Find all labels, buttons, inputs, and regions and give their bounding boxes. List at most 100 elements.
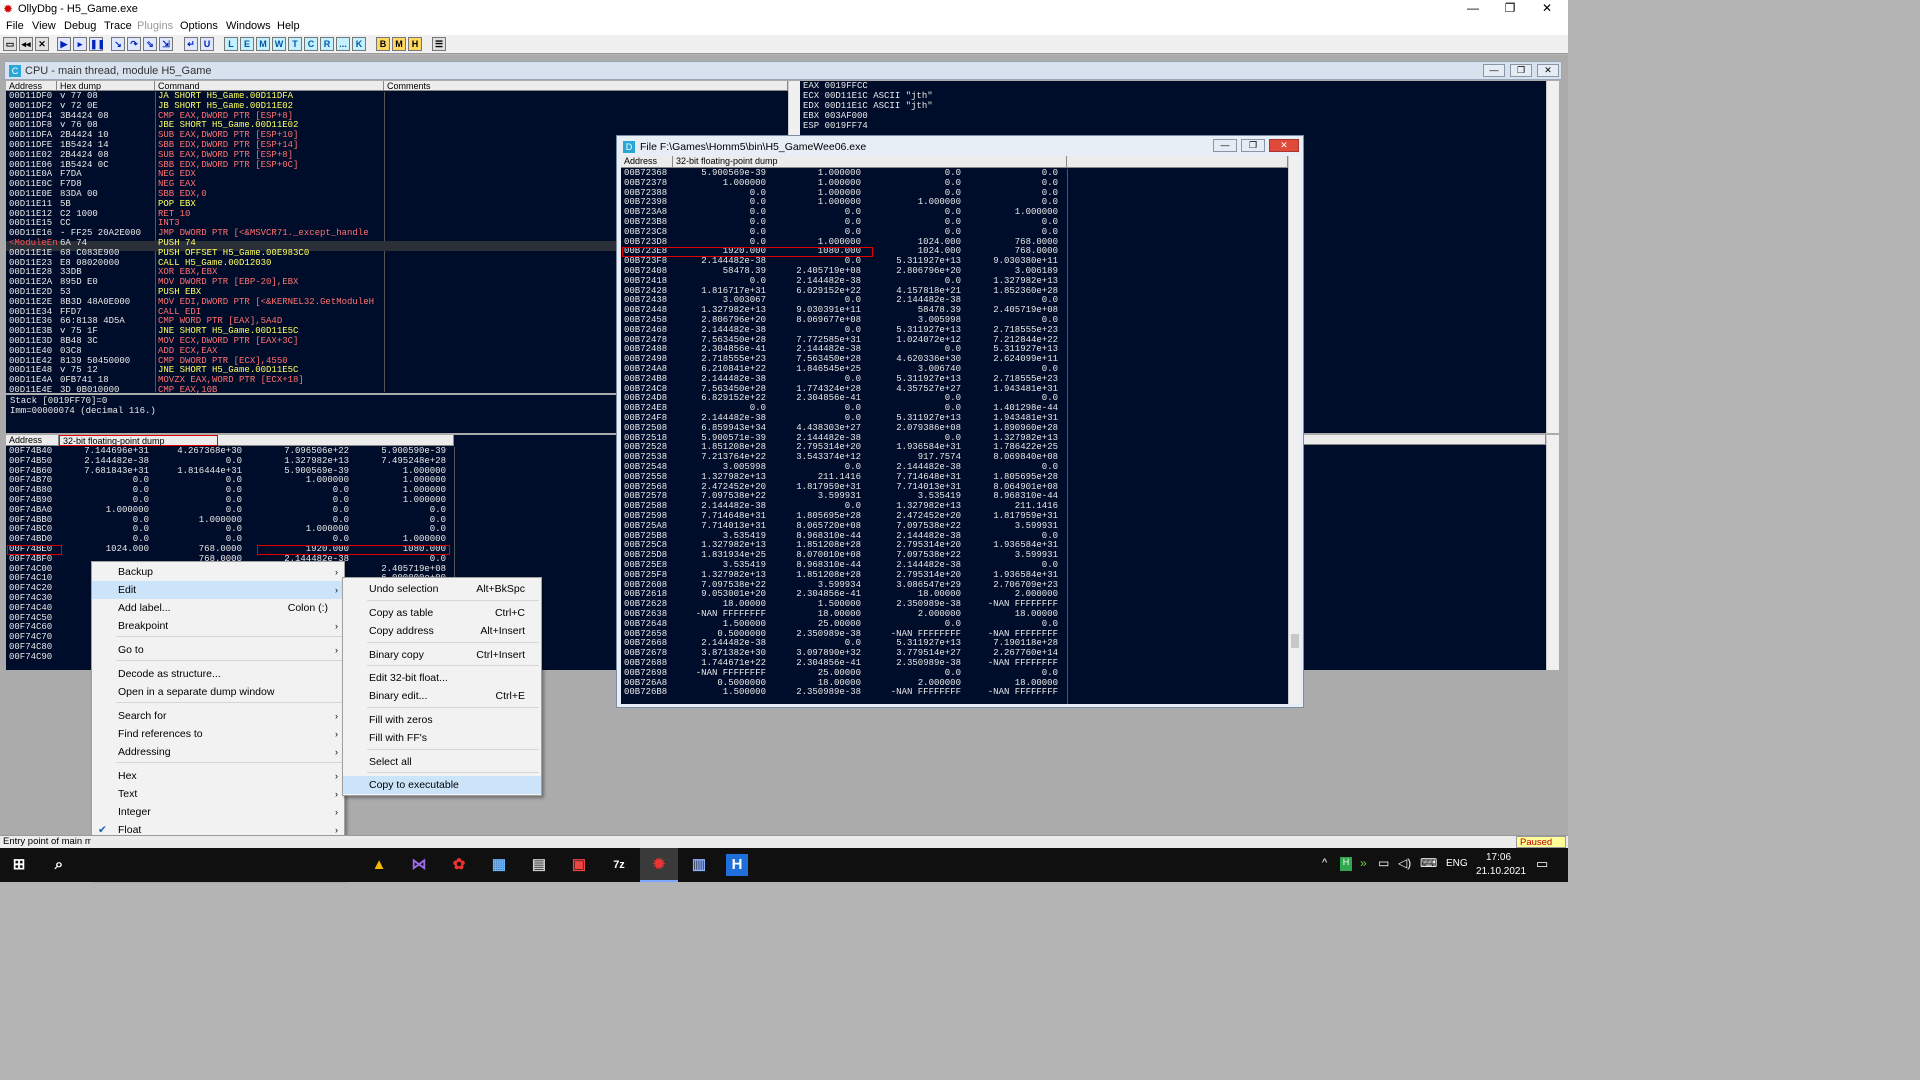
col-command[interactable]: Command (155, 81, 384, 91)
clock-date[interactable]: 21.10.2021 (1476, 866, 1526, 877)
context-item-add-label[interactable]: Add label... Colon (:) (92, 599, 344, 617)
windows-window-button[interactable]: W (272, 37, 286, 51)
context-item-hex[interactable]: Hex › (92, 767, 344, 785)
table-row[interactable]: 00B726B8 1.500000 2.350989e-38 -NAN FFFFFFF… (621, 688, 1067, 698)
ollydbg-taskbar-icon[interactable]: ✹ (646, 852, 672, 878)
restore-button[interactable]: ❐ (1493, 0, 1527, 19)
stack-pane[interactable] (1304, 435, 1546, 670)
log-window-button[interactable]: L (224, 37, 238, 51)
table-row[interactable]: 00D11DF2 v 72 0E JB SHORT H5_Game.00D11E02 (6, 101, 788, 112)
references-window-button[interactable]: R (320, 37, 334, 51)
tray-h-icon[interactable]: H (1340, 857, 1352, 871)
menu-windows[interactable]: Windows (226, 20, 271, 32)
volume-icon[interactable]: ◁) (1398, 856, 1411, 870)
open-icon[interactable]: ▭ (3, 37, 17, 51)
context-item-go-to[interactable]: Go to › (92, 641, 344, 659)
stack-scrollbar[interactable] (1546, 435, 1559, 670)
cpu-close-button[interactable]: ✕ (1537, 64, 1559, 77)
context-item-breakpoint[interactable]: Breakpoint › (92, 617, 344, 635)
table-row[interactable]: 00B72398 0.0 1.000000 1.000000 0.0 (621, 198, 1067, 208)
list-icon[interactable]: ☰ (432, 37, 446, 51)
menu-help[interactable]: Help (277, 20, 300, 32)
edit-item-copy-address[interactable]: Copy address Alt+Insert (343, 622, 541, 640)
trace-over-icon[interactable]: ⇲ (159, 37, 173, 51)
execute-till-return-icon[interactable]: ↵ (184, 37, 198, 51)
table-row[interactable]: 00B723B8 0.0 0.0 0.0 0.0 (621, 217, 1067, 228)
file-scrollbar[interactable] (1288, 156, 1300, 704)
language-indicator[interactable]: ENG (1446, 858, 1468, 869)
edit-item-binary-copy[interactable]: Binary copy Ctrl+Insert (343, 646, 541, 664)
table-row[interactable]: 00B72538 7.213764e+22 3.543374e+12 917.7574… (621, 452, 1067, 463)
keyboard-icon[interactable]: ⌨ (1420, 856, 1437, 870)
col-hexdump[interactable]: Hex dump (57, 81, 155, 91)
hardware-breakpoints-button[interactable]: H (408, 37, 422, 51)
start-windows-icon[interactable]: ⊞ (6, 852, 32, 878)
taskbar-app-flower-icon[interactable]: ✿ (446, 852, 472, 878)
memory-window-button[interactable]: M (256, 37, 270, 51)
col-address[interactable]: Address (6, 81, 57, 91)
keyboard-app-icon[interactable]: ▤ (526, 852, 552, 878)
table-row[interactable]: 00D11DF0 v 77 08 JA SHORT H5_Game.00D11DFA (6, 91, 788, 102)
notifications-icon[interactable]: ▭ (1536, 856, 1548, 872)
network-icon[interactable]: ▭ (1378, 856, 1389, 870)
menu-debug[interactable]: Debug (64, 20, 96, 32)
menu-trace[interactable]: Trace (104, 20, 132, 32)
context-item-decode-as-structure[interactable]: Decode as structure... (92, 665, 344, 683)
step-into-icon[interactable]: ↘ (111, 37, 125, 51)
edit-item-edit-32-bit-float[interactable]: Edit 32-bit float... (343, 669, 541, 687)
document-app-icon[interactable]: ▥ (686, 852, 712, 878)
run-icon[interactable]: ▶ (57, 37, 71, 51)
register-scrollbar[interactable] (1546, 81, 1559, 433)
table-row[interactable]: 00B72578 7.097538e+22 3.599931 3.535419 8.96… (621, 492, 1067, 502)
context-item-text[interactable]: Text › (92, 785, 344, 803)
menu-view[interactable]: View (32, 20, 56, 32)
dump-col-mode[interactable]: 32-bit floating-point dump (59, 435, 218, 446)
close-button[interactable]: ✕ (1530, 0, 1564, 19)
tray-nvidia-icon[interactable]: » (1360, 856, 1367, 870)
dump-col-address[interactable]: Address (6, 435, 59, 446)
close-program-icon[interactable]: ✕ (35, 37, 49, 51)
modules-window-button[interactable]: E (240, 37, 254, 51)
taskbar-app-triangle-icon[interactable]: ▲ (366, 852, 392, 878)
memory-breakpoints-button[interactable]: M (392, 37, 406, 51)
context-item-integer[interactable]: Integer › (92, 803, 344, 821)
search-icon[interactable]: ⌕ (46, 852, 72, 878)
context-item-find-references-to[interactable]: Find references to › (92, 725, 344, 743)
file-restore-button[interactable]: ❐ (1241, 139, 1265, 152)
execute-till-user-code-icon[interactable]: U (200, 37, 214, 51)
edit-item-fill-with-zeros[interactable]: Fill with zeros (343, 711, 541, 729)
7zip-icon[interactable]: 7z (606, 852, 632, 878)
pause-icon[interactable]: ❚❚ (89, 37, 105, 51)
edit-item-copy-as-table[interactable]: Copy as table Ctrl+C (343, 604, 541, 622)
context-item-edit[interactable]: Edit › (92, 581, 344, 599)
context-item-addressing[interactable]: Addressing › (92, 743, 344, 761)
file-minimize-button[interactable]: — (1213, 139, 1237, 152)
run-thread-icon[interactable]: ▸ (73, 37, 87, 51)
context-item-open-in-a-separate-dump-window[interactable]: Open in a separate dump window (92, 683, 344, 701)
table-row[interactable]: 00B723A8 0.0 0.0 0.0 1.000000 (621, 207, 1067, 218)
table-row[interactable]: 00B72428 1.816717e+31 6.029152e+22 4.157818… (621, 286, 1067, 297)
edit-item-fill-with-ff-s[interactable]: Fill with FF's (343, 729, 541, 747)
minimize-button[interactable]: — (1456, 0, 1490, 19)
edit-item-binary-edit[interactable]: Binary edit... Ctrl+E (343, 687, 541, 705)
file-dump-pane[interactable]: Address 32-bit floating-point dump 00B72… (621, 156, 1288, 704)
file-col-mode[interactable]: 32-bit floating-point dump (673, 156, 1067, 168)
trace-into-icon[interactable]: ⇘ (143, 37, 157, 51)
tray-chevron-icon[interactable]: ^ (1322, 857, 1327, 869)
visual-studio-icon[interactable]: ⋈ (406, 852, 432, 878)
file-close-button[interactable]: ✕ (1269, 139, 1299, 152)
menu-options[interactable]: Options (180, 20, 218, 32)
context-item-backup[interactable]: Backup › (92, 563, 344, 581)
restart-icon[interactable]: ◂◂ (19, 37, 33, 51)
file-col-address[interactable]: Address (621, 156, 673, 168)
hex-editor-icon[interactable]: H (726, 854, 748, 876)
cpu-minimize-button[interactable]: — (1483, 64, 1505, 77)
calculator-icon[interactable]: ▦ (486, 852, 512, 878)
edit-item-undo-selection[interactable]: Undo selection Alt+BkSpc (343, 580, 541, 598)
run-trace-button[interactable]: ... (336, 37, 350, 51)
edit-item-select-all[interactable]: Select all (343, 753, 541, 771)
reg-esp[interactable]: ESP 0019FF74 (803, 121, 868, 132)
step-over-icon[interactable]: ↷ (127, 37, 141, 51)
file-explorer-icon[interactable]: ▣ (566, 852, 592, 878)
col-comments[interactable]: Comments (384, 81, 788, 91)
